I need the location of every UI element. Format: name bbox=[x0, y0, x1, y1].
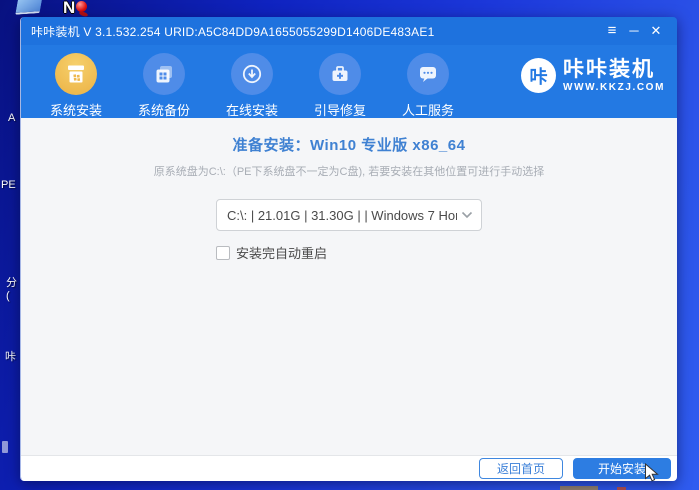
nav-item-human-service[interactable]: 人工服务 bbox=[387, 53, 469, 119]
nav-label: 引导修复 bbox=[313, 103, 366, 118]
window-title: 咔咔装机 V 3.1.532.254 URID:A5C84DD9A1655055… bbox=[31, 24, 435, 39]
nav-label: 在线安装 bbox=[225, 103, 278, 118]
main-content: 准备安装：Win10 专业版 x86_64 原系统盘为C:\:（PE下系统盘不一… bbox=[21, 118, 677, 455]
target-drive-select[interactable]: C:\: | 21.01G | 31.30G | | Windows 7 Hom bbox=[216, 199, 482, 231]
desktop-icon-label[interactable]: A bbox=[8, 112, 15, 125]
kaka-logo-monogram: 咔 bbox=[521, 58, 557, 93]
desktop-background: N A PE 分 ( 咔 咔咔装机 V 3.1.532.254 URID:A5C… bbox=[0, 0, 699, 490]
desktop-icon-label-partial bbox=[2, 441, 8, 453]
install-heading: 准备安装：Win10 专业版 x86_64 bbox=[232, 137, 466, 154]
auto-restart-label: 安装完自动重启 bbox=[236, 246, 328, 261]
close-icon[interactable]: ✕ bbox=[645, 17, 667, 45]
nav-label: 系统安装 bbox=[49, 103, 102, 118]
drive-select-value: C:\: | 21.01G | 31.30G | | Windows 7 Hom bbox=[227, 207, 457, 223]
install-subtext: 原系统盘为C:\:（PE下系统盘不一定为C盘), 若要安装在其他位置可进行手动选… bbox=[153, 166, 545, 178]
footer-bar: 返回首页 开始安装 bbox=[21, 455, 677, 481]
chevron-down-icon bbox=[461, 211, 473, 219]
desktop-icon-label[interactable]: 咔 bbox=[5, 351, 16, 364]
nav-item-boot-repair[interactable]: 引导修复 bbox=[299, 53, 381, 119]
nav-label: 人工服务 bbox=[401, 103, 454, 118]
download-circle-icon bbox=[231, 53, 273, 95]
kaka-logo-name: 咔咔装机 bbox=[563, 57, 656, 81]
backup-copy-icon bbox=[143, 53, 185, 95]
desktop-icon-partial bbox=[560, 486, 598, 490]
install-box-icon bbox=[55, 53, 97, 95]
desktop-icon-label[interactable]: PE bbox=[1, 179, 16, 192]
auto-restart-checkbox[interactable] bbox=[216, 245, 230, 260]
chat-bubble-icon bbox=[407, 53, 449, 95]
desktop-n-app-icon[interactable]: N bbox=[63, 0, 93, 18]
menu-icon[interactable]: ≡ bbox=[601, 17, 623, 45]
n-letter: N bbox=[63, 0, 76, 17]
kaka-logo-text: 咔咔装机 WWW.KKZJ.COM bbox=[563, 57, 665, 93]
window-titlebar[interactable]: 咔咔装机 V 3.1.532.254 URID:A5C84DD9A1655055… bbox=[21, 17, 677, 45]
kaka-installer-window: 咔咔装机 V 3.1.532.254 URID:A5C84DD9A1655055… bbox=[20, 17, 677, 481]
desktop-monitor-icon[interactable] bbox=[15, 0, 43, 15]
toolbox-plus-icon bbox=[319, 53, 361, 95]
start-install-button[interactable]: 开始安装 bbox=[573, 458, 671, 479]
desktop-icon-label[interactable]: 分 ( bbox=[6, 277, 17, 303]
red-ball-icon bbox=[76, 1, 87, 12]
nav-item-online-install[interactable]: 在线安装 bbox=[211, 53, 293, 119]
kaka-logo: 咔 咔咔装机 WWW.KKZJ.COM bbox=[521, 58, 665, 93]
auto-restart-option[interactable]: 安装完自动重启 bbox=[216, 243, 482, 262]
back-home-button[interactable]: 返回首页 bbox=[479, 458, 563, 479]
nav-item-system-install[interactable]: 系统安装 bbox=[35, 53, 117, 119]
main-nav: 系统安装 系统备份 在线安装 引导修复 人工服务 咔 咔咔装机 WWW.KKZJ… bbox=[21, 45, 677, 118]
kaka-logo-url: WWW.KKZJ.COM bbox=[563, 81, 665, 93]
nav-item-system-backup[interactable]: 系统备份 bbox=[123, 53, 205, 119]
nav-label: 系统备份 bbox=[137, 103, 190, 118]
minimize-icon[interactable]: ─ bbox=[623, 17, 645, 45]
